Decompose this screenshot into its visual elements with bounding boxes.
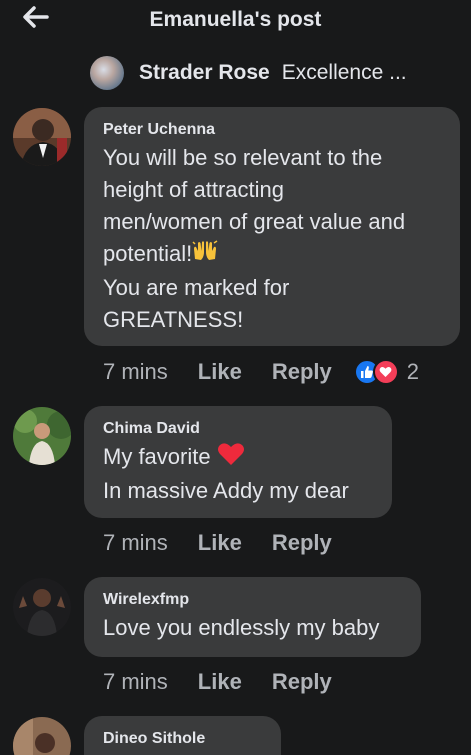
page-title: Emanuella's post [149,8,322,31]
post-preview-text: Excellence ... [281,61,407,84]
commenter-avatar[interactable] [13,108,71,166]
comment-text: My favorite In massive Addy my dear [103,441,374,507]
comment-timestamp[interactable]: 7 mins [103,669,168,695]
comment-line: Love you endlessly my baby [103,615,380,640]
comment-line: height of attracting [103,177,285,202]
comment-actions: 7 mins Like Reply [103,667,362,697]
commenter-avatar[interactable] [13,407,71,465]
comment-line: You will be so relevant to the [103,145,383,170]
like-button[interactable]: Like [198,359,242,385]
comment-line-with-emoji: potential! [103,238,442,272]
like-button[interactable]: Like [198,669,242,695]
reply-button[interactable]: Reply [272,359,332,385]
post-author-row[interactable]: Strader Rose Excellence ... [90,55,407,91]
comments-page: Emanuella's post Strader Rose Excellence… [0,0,471,755]
comment-actions: 7 mins Like Reply 2 [103,357,419,387]
post-author-avatar[interactable] [90,56,124,90]
commenter-avatar[interactable] [13,717,71,755]
commenter-avatar[interactable] [13,578,71,636]
reply-button[interactable]: Reply [272,530,332,556]
reaction-count: 2 [406,359,419,384]
comment-line: men/women of great value and [103,209,406,234]
comment-line-with-emoji: My favorite [103,441,374,475]
love-reaction-icon [372,359,399,385]
reply-button[interactable]: Reply [272,669,332,695]
comment-text: You will be so relevant to the height of… [103,142,442,336]
raising-hands-emoji-icon [192,239,218,272]
comment-line: In massive Addy my dear [103,477,349,503]
comment-line: My favorite [103,444,211,469]
comment-line: potential! [103,241,193,266]
commenter-name[interactable]: Dineo Sithole [103,729,263,749]
like-button[interactable]: Like [198,530,242,556]
red-heart-emoji-icon [217,442,245,475]
commenter-name[interactable]: Wirelexfmp [103,590,403,610]
comment-bubble[interactable]: Dineo Sithole [84,716,281,755]
comment-bubble[interactable]: Wirelexfmp Love you endlessly my baby [84,577,421,657]
comment-line: You are marked for [103,274,290,300]
comment-actions: 7 mins Like Reply [103,528,362,558]
comment-text: Love you endlessly my baby [103,612,403,644]
comment-bubble[interactable]: Chima David My favorite In massive Addy … [84,406,392,518]
commenter-name[interactable]: Peter Uchenna [103,120,442,140]
header-bar: Emanuella's post [0,0,471,40]
post-author-name[interactable]: Strader Rose [139,61,270,85]
reactions-summary[interactable]: 2 [353,359,419,385]
comment-bubble[interactable]: Peter Uchenna You will be so relevant to… [84,107,460,346]
comment-timestamp[interactable]: 7 mins [103,530,168,556]
comment-line: GREATNESS! [103,306,244,332]
commenter-name[interactable]: Chima David [103,419,374,439]
comment-timestamp[interactable]: 7 mins [103,359,168,385]
